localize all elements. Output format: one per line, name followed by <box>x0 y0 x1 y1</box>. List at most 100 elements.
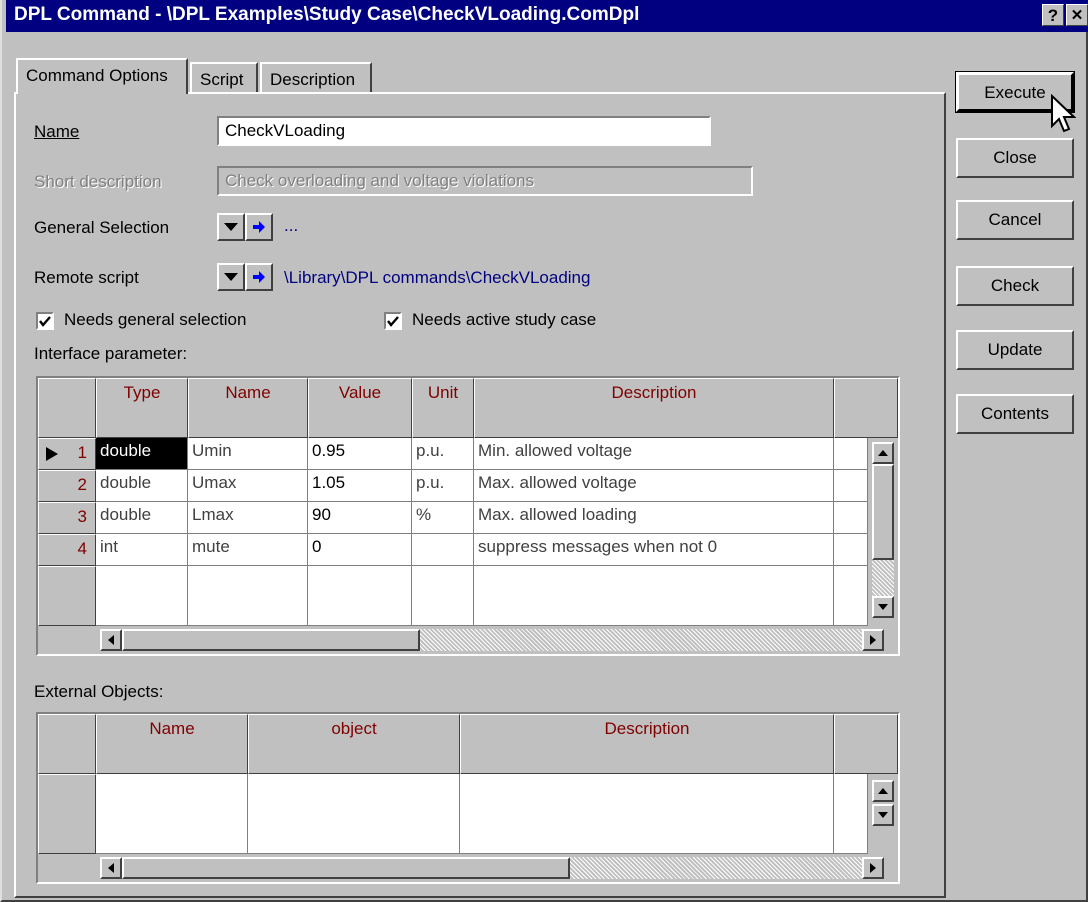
column-header-extra <box>834 714 898 774</box>
table-cell-extra[interactable] <box>834 534 868 566</box>
needs-active-study-case-checkbox[interactable] <box>384 312 402 330</box>
column-header-object[interactable]: object <box>248 714 460 774</box>
row-header[interactable]: 4 <box>38 534 96 566</box>
scroll-down-button[interactable] <box>872 596 894 618</box>
tab-description[interactable]: Description <box>260 62 372 92</box>
general-selection-jump-button[interactable] <box>245 213 273 241</box>
scroll-thumb[interactable] <box>872 464 894 560</box>
scroll-right-button[interactable] <box>862 857 884 879</box>
table-cell-unit[interactable] <box>412 534 474 566</box>
table-cell-empty[interactable] <box>308 566 412 626</box>
tab-script[interactable]: Script <box>190 62 258 92</box>
table-cell-extra[interactable] <box>834 502 868 534</box>
table-cell-description[interactable]: Max. allowed voltage <box>474 470 834 502</box>
close-button[interactable]: Close <box>956 138 1074 178</box>
close-window-button[interactable]: ✕ <box>1066 4 1088 26</box>
scroll-track[interactable] <box>872 560 894 596</box>
table-cell-empty[interactable] <box>474 566 834 626</box>
column-header-description[interactable]: Description <box>460 714 834 774</box>
row-header[interactable] <box>38 566 96 626</box>
checkmark-icon <box>39 316 51 327</box>
mouse-pointer-icon <box>1051 94 1076 133</box>
name-input[interactable]: CheckVLoading <box>217 116 711 146</box>
table-cell-description[interactable]: Min. allowed voltage <box>474 438 834 470</box>
table-cell-description[interactable]: Max. allowed loading <box>474 502 834 534</box>
scroll-track[interactable] <box>570 857 862 879</box>
column-header-unit[interactable]: Unit <box>412 378 474 438</box>
table-cell-type[interactable]: int <box>96 534 188 566</box>
table-cell-empty[interactable] <box>412 566 474 626</box>
table-cell-unit[interactable]: p.u. <box>412 470 474 502</box>
remote-script-label: Remote script <box>34 268 139 287</box>
general-selection-label: General Selection <box>34 218 170 237</box>
row-header[interactable]: 3 <box>38 502 96 534</box>
vertical-scrollbar[interactable] <box>868 438 898 626</box>
triangle-up-icon <box>878 788 888 794</box>
needs-general-selection-checkbox[interactable] <box>36 312 54 330</box>
table-cell-type[interactable]: double <box>96 470 188 502</box>
scroll-up-button[interactable] <box>872 780 894 802</box>
scroll-left-button[interactable] <box>100 629 122 651</box>
scroll-left-button[interactable] <box>100 857 122 879</box>
remote-script-dropdown-button[interactable] <box>217 263 245 291</box>
general-selection-value[interactable]: ... <box>284 216 298 236</box>
update-button[interactable]: Update <box>956 330 1074 370</box>
column-header-description[interactable]: Description <box>474 378 834 438</box>
contents-button[interactable]: Contents <box>956 394 1074 434</box>
triangle-down-icon <box>878 812 888 818</box>
scroll-up-button[interactable] <box>872 442 894 464</box>
column-header-name[interactable]: Name <box>96 714 248 774</box>
table-cell-unit[interactable]: p.u. <box>412 438 474 470</box>
table-cell-type[interactable]: double <box>96 502 188 534</box>
corner-cell <box>38 714 96 774</box>
column-header-type[interactable]: Type <box>96 378 188 438</box>
table-cell-empty[interactable] <box>96 566 188 626</box>
horizontal-scrollbar[interactable] <box>96 854 898 882</box>
tab-description-label: Description <box>270 70 356 89</box>
table-cell-type[interactable]: double <box>96 438 188 470</box>
table-cell-empty[interactable] <box>248 774 460 854</box>
table-cell-value[interactable]: 0.95 <box>308 438 412 470</box>
triangle-down-icon <box>878 604 888 610</box>
help-button[interactable]: ? <box>1042 4 1064 26</box>
table-cell-name[interactable]: Umax <box>188 470 308 502</box>
table-cell-empty[interactable] <box>460 774 834 854</box>
scroll-thumb[interactable] <box>122 629 420 651</box>
scroll-track[interactable] <box>420 629 862 651</box>
table-cell-value[interactable]: 1.05 <box>308 470 412 502</box>
table-cell-unit[interactable]: % <box>412 502 474 534</box>
vertical-scrollbar[interactable] <box>868 774 898 854</box>
table-cell-name[interactable]: Lmax <box>188 502 308 534</box>
general-selection-dropdown-button[interactable] <box>217 213 245 241</box>
triangle-right-icon <box>46 447 58 461</box>
tab-command-options-label: Command Options <box>26 66 168 85</box>
column-header-value[interactable]: Value <box>308 378 412 438</box>
table-cell-empty[interactable] <box>96 774 248 854</box>
table-cell-empty[interactable] <box>834 774 868 854</box>
table-cell-name[interactable]: mute <box>188 534 308 566</box>
short-description-input[interactable]: Check overloading and voltage violations <box>217 166 753 196</box>
remote-script-link[interactable]: \Library\DPL commands\CheckVLoading <box>284 268 590 288</box>
row-header[interactable] <box>38 774 96 854</box>
row-header[interactable]: 1 <box>38 438 96 470</box>
triangle-left-icon <box>108 635 114 645</box>
row-header[interactable]: 2 <box>38 470 96 502</box>
table-cell-name[interactable]: Umin <box>188 438 308 470</box>
table-cell-extra[interactable] <box>834 438 868 470</box>
tab-command-options[interactable]: Command Options <box>16 58 188 94</box>
table-cell-value[interactable]: 90 <box>308 502 412 534</box>
check-button[interactable]: Check <box>956 266 1074 306</box>
table-cell-description[interactable]: suppress messages when not 0 <box>474 534 834 566</box>
remote-script-jump-button[interactable] <box>245 263 273 291</box>
scroll-right-button[interactable] <box>862 629 884 651</box>
table-cell-value[interactable]: 0 <box>308 534 412 566</box>
table-cell-empty[interactable] <box>834 566 868 626</box>
horizontal-scrollbar[interactable] <box>96 626 898 654</box>
scroll-thumb[interactable] <box>122 857 570 879</box>
table-cell-extra[interactable] <box>834 470 868 502</box>
column-header-name[interactable]: Name <box>188 378 308 438</box>
dialog-window: DPL Command - \DPL Examples\Study Case\C… <box>0 0 1088 902</box>
scroll-down-button[interactable] <box>872 804 894 826</box>
cancel-button[interactable]: Cancel <box>956 200 1074 240</box>
table-cell-empty[interactable] <box>188 566 308 626</box>
